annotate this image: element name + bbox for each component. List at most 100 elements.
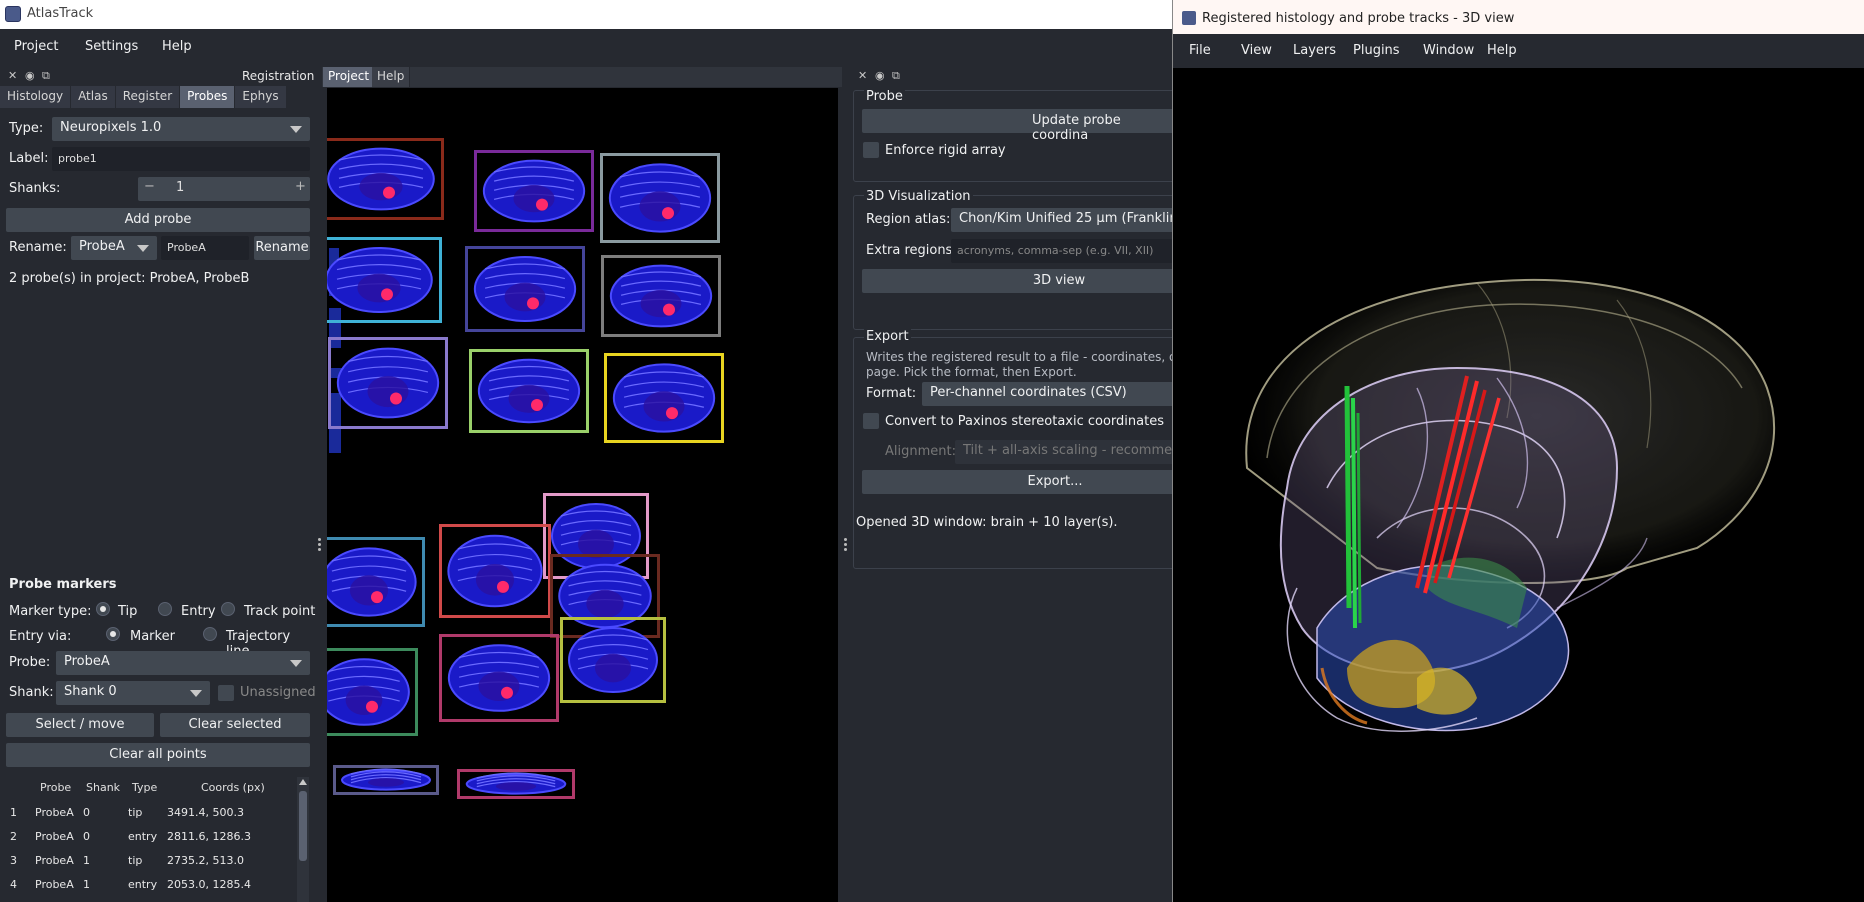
table-row[interactable]: 2 ProbeA 0 entry 2811.6, 1286.3 (5, 828, 295, 848)
export-format-select[interactable]: Per-channel coordinates (CSV) (922, 382, 1184, 406)
histology-slice-thumbnail[interactable] (327, 237, 442, 323)
col-header-type[interactable]: Type (132, 781, 157, 794)
clear-selected-button[interactable]: Clear selected (160, 713, 310, 737)
shanks-stepper[interactable]: 1 (138, 177, 310, 201)
histology-slice-thumbnail[interactable] (474, 150, 594, 232)
radio-tip[interactable] (96, 602, 110, 616)
col-header-coords[interactable]: Coords (px) (201, 781, 265, 794)
alignment-select[interactable]: Tilt + all-axis scaling - recommende (955, 440, 1185, 464)
histology-slice-thumbnail[interactable] (601, 255, 721, 337)
select-move-button[interactable]: Select / move (6, 713, 154, 737)
tab-register[interactable]: Register (115, 86, 181, 108)
enforce-rigid-label: Enforce rigid array (885, 143, 1006, 158)
region-atlas-select[interactable]: Chon/Kim Unified 25 µm (Franklin-Pa (951, 208, 1181, 232)
scrollbar-thumb[interactable] (299, 791, 307, 861)
registration-tabs: Histology Atlas Register Probes Ephys (0, 86, 287, 108)
histology-slice-thumbnail[interactable] (465, 246, 585, 332)
marker-probe-select[interactable]: ProbeA (56, 651, 310, 675)
tab-center-project[interactable]: Project (323, 67, 376, 87)
histology-slice-thumbnail[interactable] (439, 634, 559, 722)
dock-close-icon[interactable]: ✕ (8, 69, 17, 82)
label-label: Label: (9, 151, 49, 166)
histology-slice-thumbnail[interactable] (560, 617, 666, 703)
dock-float-icon[interactable]: ⧉ (892, 69, 900, 83)
histology-slice-thumbnail[interactable] (457, 769, 575, 799)
plus-icon[interactable]: + (295, 179, 306, 194)
probe-points-table: Probe Shank Type Coords (px) 1 ProbeA 0 … (5, 778, 310, 902)
3d-view-button[interactable]: 3D view (862, 269, 1178, 293)
tab-ephys[interactable]: Ephys (235, 86, 287, 108)
clear-all-points-button[interactable]: Clear all points (6, 743, 310, 767)
region-atlas-label: Region atlas: (866, 212, 951, 227)
3d-window-title: Registered histology and probe tracks - … (1202, 11, 1515, 26)
probe-count-text: 2 probe(s) in project: ProbeA, ProbeB (9, 271, 250, 286)
menu-view[interactable]: View (1241, 43, 1272, 58)
menu-help[interactable]: Help (162, 39, 192, 54)
paxinos-checkbox[interactable] (863, 413, 879, 429)
rename-input[interactable]: ProbeA (161, 236, 249, 260)
dock-close-icon[interactable]: ✕ (858, 69, 867, 82)
unassigned-checkbox[interactable] (218, 685, 234, 701)
tab-atlas[interactable]: Atlas (71, 86, 116, 108)
probe-type-select[interactable]: Neuropixels 1.0 (52, 117, 310, 141)
registration-dock: ✕ ◉ ⧉ Registration Histology Atlas Regis… (0, 65, 317, 902)
dock-title: Registration (242, 69, 315, 83)
col-header-shank[interactable]: Shank (86, 781, 120, 794)
extra-regions-input[interactable]: acronyms, comma-sep (e.g. VII, XII) (951, 239, 1181, 263)
histology-overview-canvas[interactable] (327, 88, 838, 902)
radio-marker[interactable] (106, 627, 120, 641)
3d-window-titlebar: Registered histology and probe tracks - … (1173, 0, 1864, 34)
histology-slice-thumbnail[interactable] (327, 537, 425, 627)
menu-layers[interactable]: Layers (1293, 43, 1336, 58)
rename-probe-select[interactable]: ProbeA (71, 236, 157, 260)
col-header-probe[interactable]: Probe (40, 781, 71, 794)
histology-slice-thumbnail[interactable] (600, 153, 720, 243)
splitter-handle-left[interactable] (318, 536, 322, 553)
app-title: AtlasTrack (27, 6, 94, 21)
enforce-rigid-checkbox[interactable] (863, 142, 879, 158)
chevron-down-icon (290, 126, 302, 133)
histology-slice-thumbnail[interactable] (327, 138, 444, 220)
add-probe-button[interactable]: Add probe (6, 208, 310, 232)
main-menubar: Project Settings Help (0, 29, 1172, 65)
minus-icon[interactable]: − (144, 179, 155, 194)
shank-select[interactable]: Shank 0 (56, 681, 210, 705)
splitter-handle-right[interactable] (844, 536, 848, 553)
table-scrollbar[interactable] (297, 777, 309, 902)
radio-entry[interactable] (158, 602, 172, 616)
table-row[interactable]: 4 ProbeA 1 entry 2053.0, 1285.4 (5, 876, 295, 896)
menu-project[interactable]: Project (14, 39, 58, 54)
histology-slice-thumbnail[interactable] (469, 349, 589, 433)
histology-slice-thumbnail[interactable] (604, 353, 724, 443)
export-button[interactable]: Export... (862, 470, 1178, 494)
histology-slice-thumbnail[interactable] (328, 337, 448, 429)
tab-histology[interactable]: Histology (0, 86, 72, 108)
radio-track-point[interactable] (221, 602, 235, 616)
histology-slice-thumbnail[interactable] (327, 648, 418, 736)
export-group-title: Export (864, 329, 911, 344)
3d-brain-viewer[interactable] (1177, 68, 1864, 902)
dock-hide-icon[interactable]: ◉ (25, 69, 35, 82)
shank-label: Shank: (9, 685, 54, 700)
histology-slice-thumbnail[interactable] (333, 765, 439, 795)
menu-file[interactable]: File (1189, 43, 1211, 58)
probe-export-dock: ✕ ◉ ⧉ Probe Update probe coordina Enforc… (850, 65, 1185, 902)
probe-label-input[interactable]: probe1 (52, 147, 310, 171)
radio-trajectory-line[interactable] (203, 627, 217, 641)
menu-plugins[interactable]: Plugins (1353, 43, 1400, 58)
table-row[interactable]: 1 ProbeA 0 tip 3491.4, 500.3 (5, 804, 295, 824)
menu-help-3d[interactable]: Help (1487, 43, 1517, 58)
histology-slice-thumbnail[interactable] (439, 524, 551, 618)
update-probe-coordinates-button[interactable]: Update probe coordina (862, 109, 1178, 143)
dock-hide-icon[interactable]: ◉ (875, 69, 885, 82)
rename-button[interactable]: Rename (254, 236, 310, 260)
tab-center-help[interactable]: Help (372, 67, 411, 87)
scroll-up-icon[interactable] (299, 779, 307, 785)
menu-settings[interactable]: Settings (85, 39, 138, 54)
export-description-2: page. Pick the format, then Export. (866, 365, 1077, 379)
tab-probes[interactable]: Probes (180, 86, 236, 108)
table-row[interactable]: 3 ProbeA 1 tip 2735.2, 513.0 (5, 852, 295, 872)
dock-float-icon[interactable]: ⧉ (42, 69, 50, 83)
radio-tip-label: Tip (118, 604, 138, 619)
menu-window[interactable]: Window (1423, 43, 1474, 58)
